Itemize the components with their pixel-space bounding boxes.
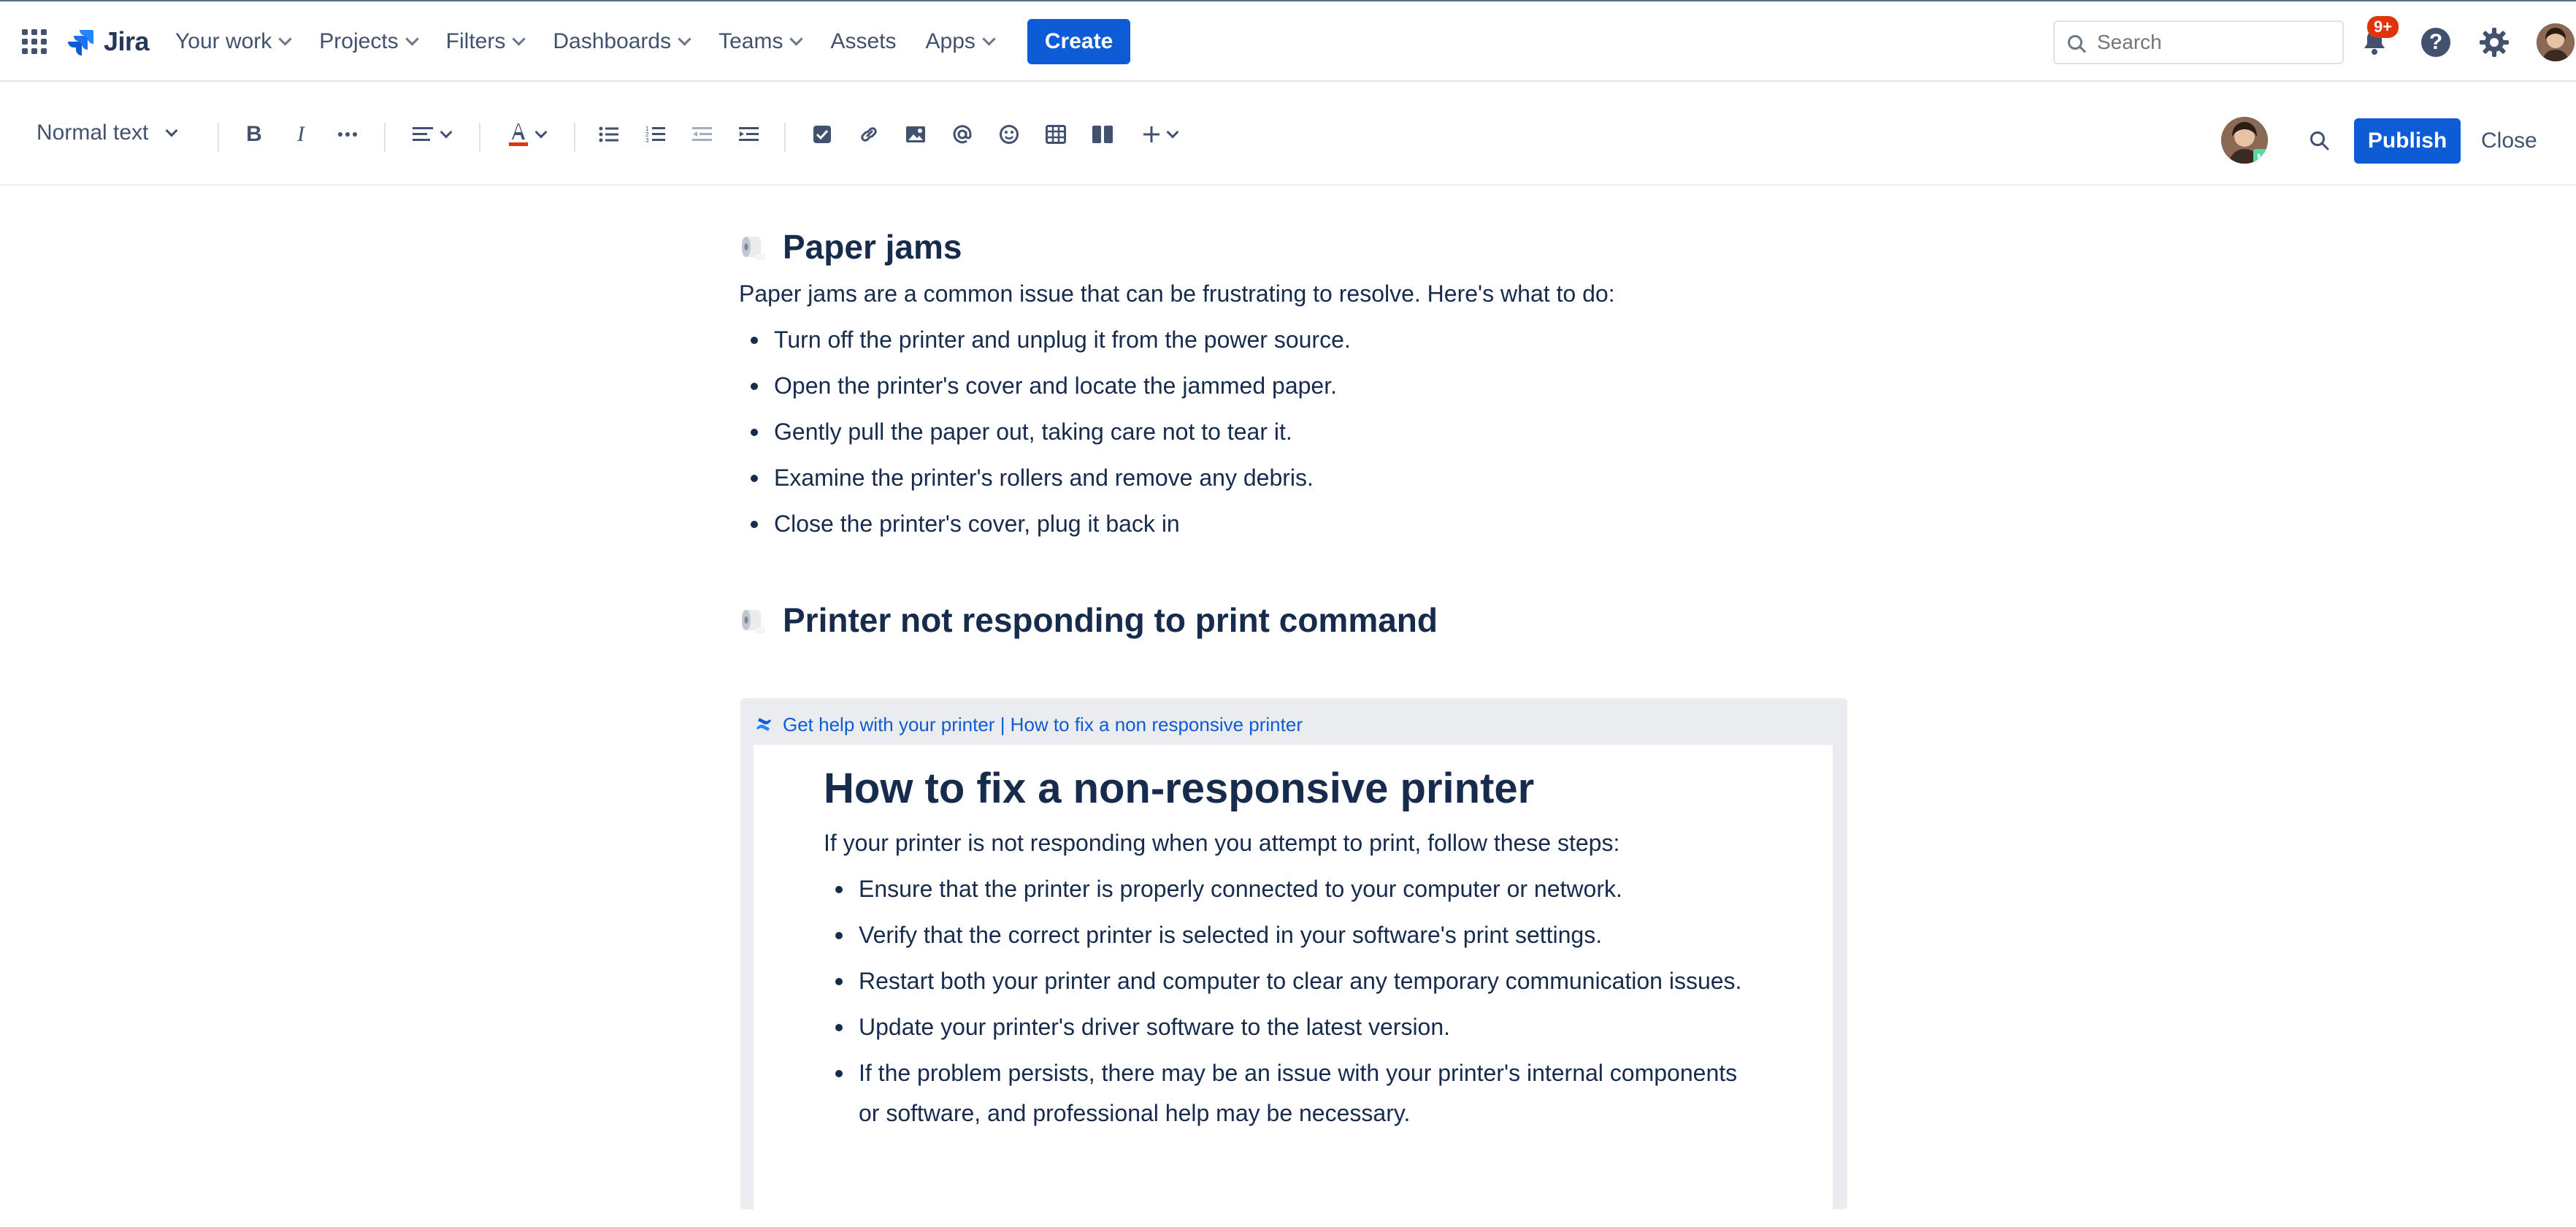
excerpt-body: How to fix a non-responsive printer If y… [754, 745, 1833, 1227]
chevron-down-icon [278, 31, 292, 46]
editor-toolbar: Normal text B I 123 Publish Close [0, 82, 2576, 186]
bullet-list-icon[interactable] [594, 120, 624, 149]
excerpt-source-link[interactable]: Get help with your printer | How to fix … [755, 708, 1303, 741]
nav-your-work[interactable]: Your work [175, 29, 292, 54]
help-icon[interactable]: ? [2421, 28, 2450, 57]
nav-label: Dashboards [553, 29, 672, 53]
collaborator-initial-badge: M [2253, 149, 2268, 164]
chevron-down-icon [405, 31, 419, 46]
excerpt-intro: If your printer is not responding when y… [824, 830, 1620, 856]
emoji-icon[interactable] [994, 120, 1024, 149]
section-heading-printer-not-responding[interactable]: Printer not responding to print command [739, 592, 1849, 648]
toilet-paper-roll-icon [742, 610, 765, 633]
layouts-icon[interactable] [1088, 120, 1117, 149]
numbered-list-icon[interactable]: 123 [641, 120, 670, 149]
toilet-paper-roll-icon [742, 237, 765, 260]
svg-text:3: 3 [645, 137, 649, 144]
avatar-image [2537, 23, 2575, 61]
list-item: Verify that the correct printer is selec… [824, 912, 1817, 958]
create-button[interactable]: Create [1027, 19, 1131, 64]
search-icon [2068, 35, 2082, 50]
list-item: Ensure that the printer is properly conn… [824, 866, 1817, 912]
excerpt-content: How to fix a non-responsive printer If y… [824, 757, 1817, 1134]
action-item-checkbox-icon[interactable] [808, 120, 837, 149]
toolbar-divider [574, 123, 575, 152]
italic-icon[interactable]: I [286, 120, 315, 149]
list-item[interactable]: Examine the printer's rollers and remove… [739, 455, 1849, 501]
excerpt-source-label: Get help with your printer | How to fix … [783, 713, 1303, 735]
list-item[interactable]: Turn off the printer and unplug it from … [739, 317, 1849, 363]
section-heading-text: Printer not responding to print command [783, 601, 1438, 639]
chevron-down-icon [512, 31, 526, 46]
user-avatar[interactable] [2537, 23, 2575, 61]
nav-label: Your work [175, 29, 272, 53]
confluence-icon [756, 718, 771, 731]
jira-logo[interactable]: Jira [66, 23, 150, 60]
nav-dashboards[interactable]: Dashboards [553, 29, 691, 54]
excerpt-steps-list: Ensure that the printer is properly conn… [824, 866, 1817, 1134]
alignment-icon[interactable] [406, 120, 457, 149]
nav-label: Projects [319, 29, 399, 53]
nav-label: Filters [445, 29, 506, 53]
toolbar-divider [479, 123, 480, 152]
indent-icon[interactable] [735, 120, 764, 149]
table-icon[interactable] [1041, 120, 1070, 149]
search-field[interactable] [2053, 20, 2344, 64]
list-item[interactable]: Close the printer's cover, plug it back … [739, 501, 1849, 547]
excerpt-title: How to fix a non-responsive printer [824, 765, 1535, 812]
text-style-label: Normal text [37, 121, 149, 145]
nav-apps[interactable]: Apps [925, 29, 996, 54]
search-input[interactable] [2096, 30, 2332, 55]
link-icon[interactable] [854, 120, 883, 149]
toolbar-divider [784, 123, 786, 152]
nav-label: Assets [830, 29, 897, 53]
nav-label: Apps [925, 29, 975, 53]
collaborator-avatar[interactable]: M [2221, 117, 2268, 164]
insert-more-icon[interactable] [1136, 120, 1183, 149]
logo-text: Jira [104, 26, 150, 56]
image-icon[interactable] [901, 120, 930, 149]
paper-jam-steps-list: Turn off the printer and unplug it from … [739, 317, 1849, 547]
notification-badge: 9+ [2367, 16, 2399, 38]
excerpt-include-macro[interactable]: Get help with your printer | How to fix … [740, 698, 1847, 1227]
toolbar-divider [384, 123, 386, 152]
chevron-down-icon [165, 124, 178, 137]
page-content: Paper jams Paper jams are a common issue… [739, 219, 1849, 648]
jira-logo-icon [68, 30, 93, 56]
list-item: Update your printer's driver software to… [824, 1004, 1817, 1050]
chevron-down-icon [678, 31, 691, 46]
outdent-icon[interactable] [688, 120, 717, 149]
nav-assets[interactable]: Assets [830, 29, 896, 54]
nav-filters[interactable]: Filters [445, 29, 526, 54]
section-heading-text: Paper jams [783, 228, 962, 266]
list-item: If the problem persists, there may be an… [824, 1050, 1764, 1134]
app-switcher-icon[interactable] [22, 29, 47, 54]
section-heading-paper-jams[interactable]: Paper jams [739, 219, 1849, 275]
list-item[interactable]: Open the printer's cover and locate the … [739, 363, 1849, 409]
chevron-down-icon [789, 31, 804, 46]
find-replace-search-icon[interactable] [2309, 130, 2329, 150]
nav-teams[interactable]: Teams [718, 29, 804, 54]
close-button[interactable]: Close [2481, 118, 2537, 164]
bold-icon[interactable]: B [239, 120, 269, 149]
more-formatting-icon[interactable] [333, 120, 362, 149]
settings-gear-icon[interactable] [2478, 26, 2510, 58]
nav-items: Your work Projects Filters Dashboards Te… [175, 1, 1131, 82]
toolbar-divider [218, 123, 219, 152]
top-navigation: Jira Your work Projects Filters Dashboar… [0, 0, 2576, 82]
list-item[interactable]: Gently pull the paper out, taking care n… [739, 409, 1849, 455]
publish-button[interactable]: Publish [2354, 118, 2461, 164]
paragraph-intro[interactable]: Paper jams are a common issue that can b… [739, 279, 1849, 308]
text-style-dropdown[interactable]: Normal text [37, 82, 178, 184]
mention-icon[interactable] [948, 120, 977, 149]
nav-projects[interactable]: Projects [319, 29, 419, 54]
list-item: Restart both your printer and computer t… [824, 958, 1817, 1004]
nav-label: Teams [718, 29, 783, 53]
text-color-icon[interactable] [501, 120, 552, 149]
chevron-down-icon [982, 31, 996, 46]
